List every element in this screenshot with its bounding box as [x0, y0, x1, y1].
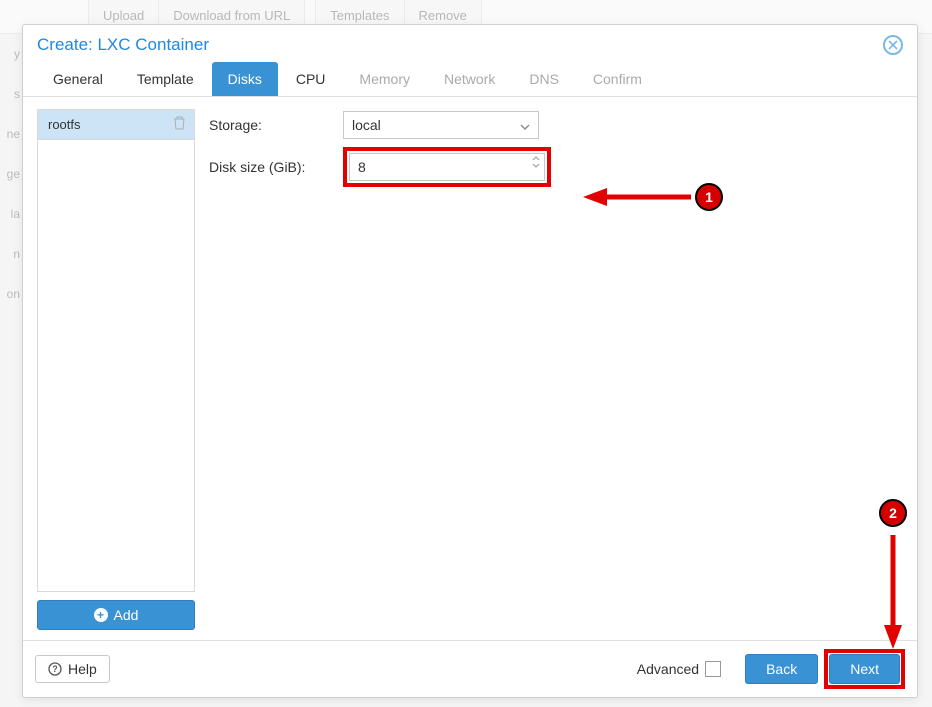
trash-icon[interactable] — [173, 116, 186, 133]
disk-form: Storage: local Disk size (GiB): 8 — [209, 109, 903, 630]
disk-item-label: rootfs — [48, 117, 81, 132]
plus-icon: + — [94, 608, 108, 622]
background-sidebar: y s ne ge la n on — [0, 34, 22, 634]
next-button[interactable]: Next — [829, 654, 900, 684]
annotation-highlight-2: Next — [824, 649, 905, 689]
tab-template[interactable]: Template — [121, 62, 210, 96]
disk-list[interactable]: rootfs — [37, 109, 195, 592]
disksize-label: Disk size (GiB): — [209, 159, 343, 175]
create-lxc-dialog: Create: LXC Container General Template D… — [22, 24, 918, 698]
annotation-badge-2: 2 — [879, 499, 907, 527]
close-icon — [888, 40, 898, 50]
svg-text:?: ? — [52, 664, 58, 674]
annotation-highlight-1: 8 — [343, 147, 551, 187]
add-button-label: Add — [114, 607, 139, 623]
advanced-checkbox[interactable] — [705, 661, 721, 677]
disk-item-rootfs[interactable]: rootfs — [38, 110, 194, 140]
dialog-title: Create: LXC Container — [37, 35, 209, 55]
back-button[interactable]: Back — [745, 654, 818, 684]
help-button[interactable]: ? Help — [35, 655, 110, 683]
tab-memory: Memory — [343, 62, 426, 96]
storage-select[interactable]: local — [343, 111, 539, 139]
storage-value: local — [352, 117, 381, 133]
disksize-input[interactable]: 8 — [349, 153, 545, 181]
add-disk-button[interactable]: + Add — [37, 600, 195, 630]
spinner-arrows-icon[interactable] — [532, 156, 540, 168]
tab-confirm: Confirm — [577, 62, 658, 96]
help-icon: ? — [48, 662, 62, 676]
tab-dns: DNS — [513, 62, 575, 96]
disksize-value: 8 — [358, 159, 366, 175]
help-label: Help — [68, 661, 97, 677]
close-button[interactable] — [883, 35, 903, 55]
tab-bar: General Template Disks CPU Memory Networ… — [23, 62, 917, 97]
advanced-label: Advanced — [637, 661, 699, 677]
annotation-badge-1: 1 — [695, 183, 723, 211]
tab-network: Network — [428, 62, 511, 96]
tab-general[interactable]: General — [37, 62, 119, 96]
tab-cpu[interactable]: CPU — [280, 62, 342, 96]
chevron-down-icon — [520, 117, 530, 133]
tab-disks[interactable]: Disks — [212, 62, 278, 96]
storage-label: Storage: — [209, 117, 343, 133]
